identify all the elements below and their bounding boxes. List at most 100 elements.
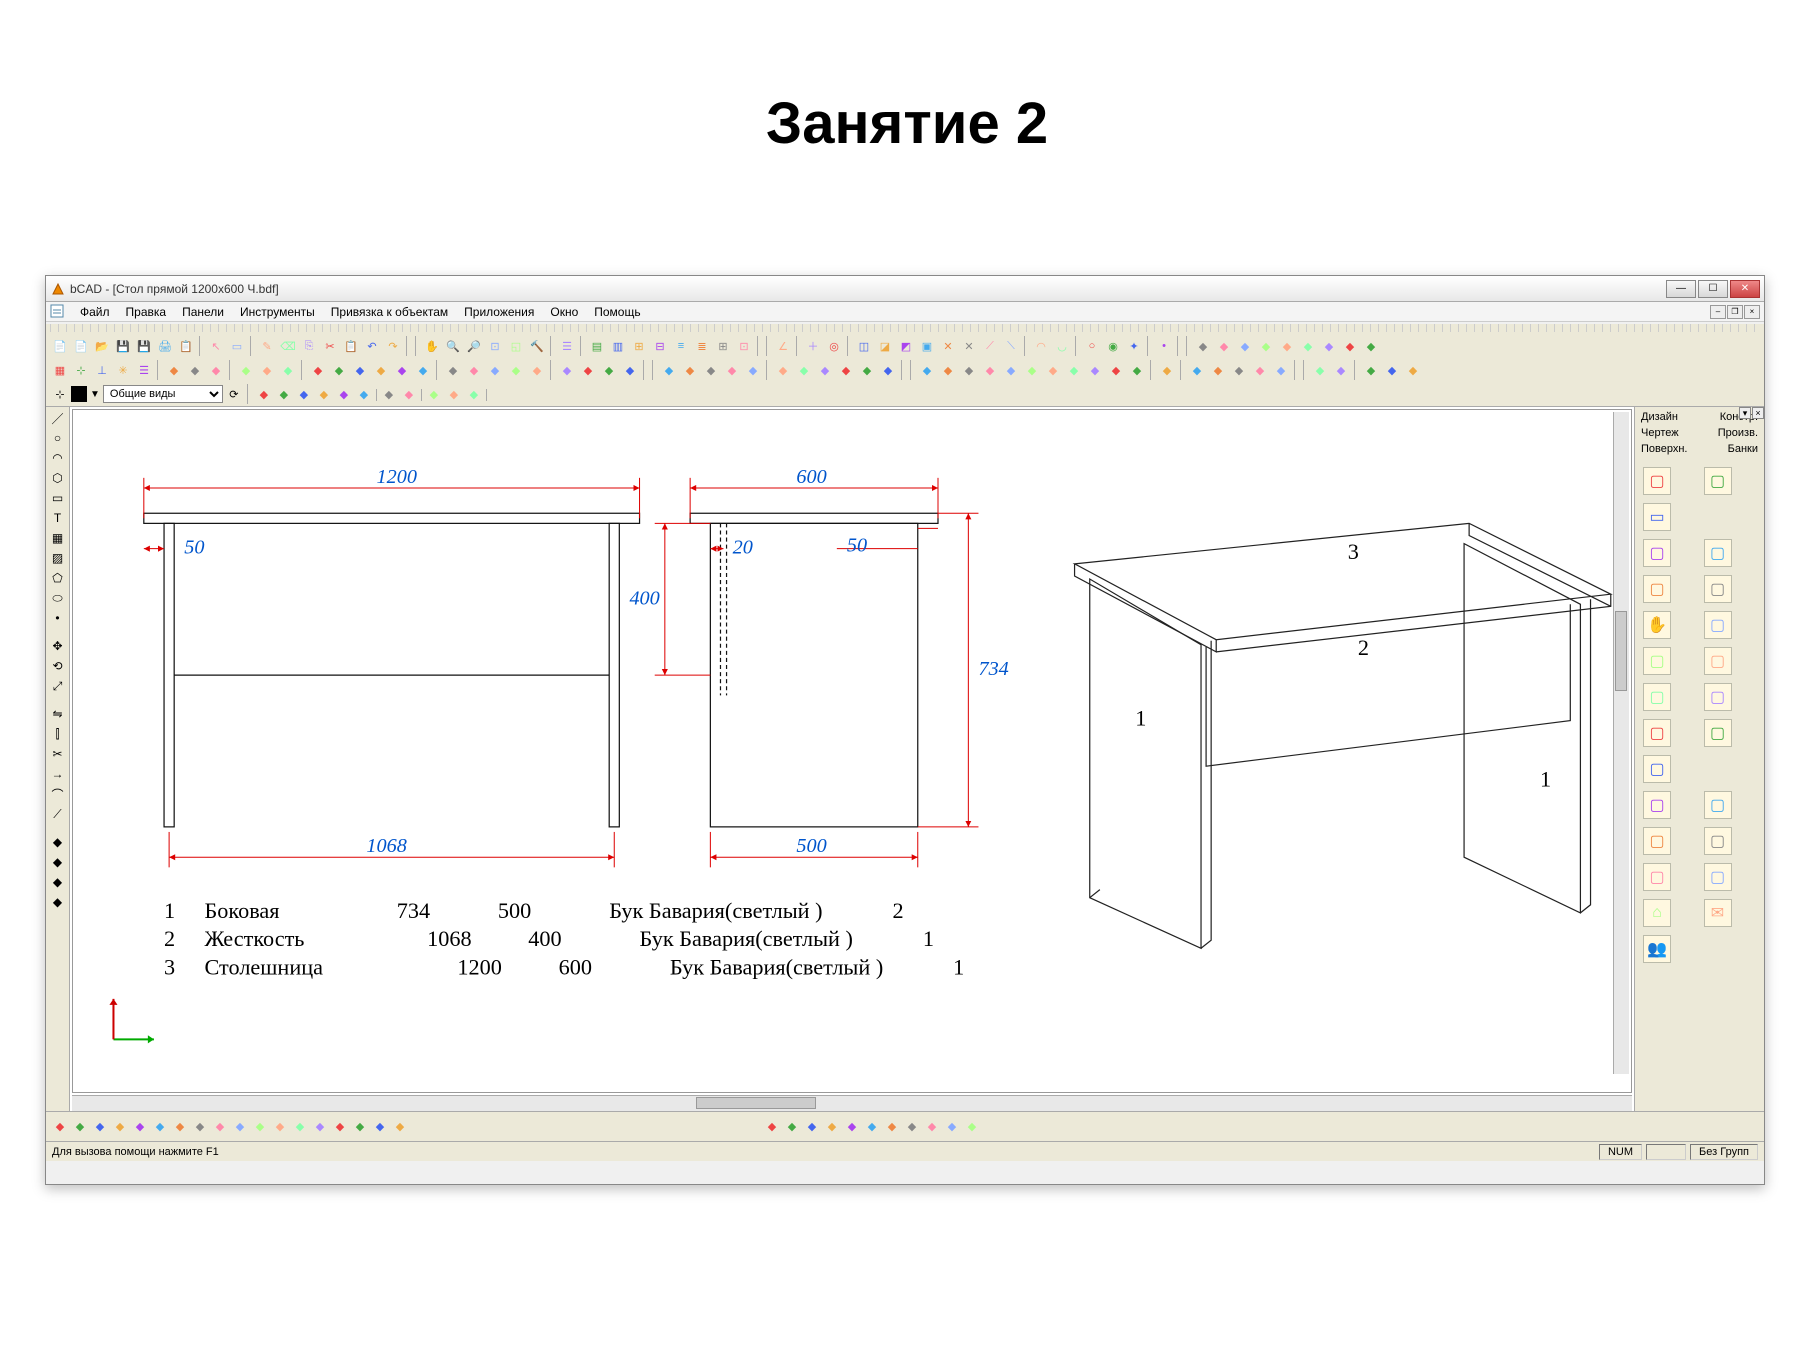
panel-pin-icon[interactable]: ▾: [1739, 407, 1751, 419]
light-icon[interactable]: ◆: [1331, 360, 1351, 380]
v1-icon[interactable]: ◆: [308, 360, 328, 380]
grid1-icon[interactable]: ⊞: [713, 336, 733, 356]
m3-icon[interactable]: ◆: [1235, 336, 1255, 356]
boxopen-icon[interactable]: ▢: [1704, 539, 1732, 567]
d5-icon[interactable]: ◆: [743, 360, 763, 380]
c5-icon[interactable]: ◆: [1271, 360, 1291, 380]
d2-icon[interactable]: ◆: [680, 360, 700, 380]
s9-icon[interactable]: ◆: [1085, 360, 1105, 380]
t1-icon[interactable]: ▢: [1643, 791, 1671, 819]
sh4-icon[interactable]: ◆: [110, 1117, 130, 1137]
arc-icon[interactable]: ◠: [49, 449, 67, 467]
paint-icon[interactable]: ◆: [1310, 360, 1330, 380]
vertical-scrollbar[interactable]: [1613, 412, 1629, 1074]
hatch-icon[interactable]: ▦: [49, 529, 67, 547]
zoom-out-icon[interactable]: 🔎: [464, 336, 484, 356]
m7-icon[interactable]: ◆: [1319, 336, 1339, 356]
arc1-icon[interactable]: ◠: [1031, 336, 1051, 356]
zoom1-icon[interactable]: ◆: [236, 360, 256, 380]
sh10-icon[interactable]: ◆: [230, 1117, 250, 1137]
extrude2-icon[interactable]: ▢: [1704, 575, 1732, 603]
m9-icon[interactable]: ◆: [1361, 336, 1381, 356]
cut1-icon[interactable]: ✕: [938, 336, 958, 356]
zoom-fit-icon[interactable]: ⊡: [485, 336, 505, 356]
saveall-icon[interactable]: 💾: [134, 336, 154, 356]
vp6-icon[interactable]: ◆: [354, 384, 374, 404]
dim2-icon[interactable]: ◆: [49, 853, 67, 871]
ungroup-icon[interactable]: ⊟: [650, 336, 670, 356]
c4-icon[interactable]: ◆: [1250, 360, 1270, 380]
g5-icon[interactable]: ◆: [857, 360, 877, 380]
clip1-icon[interactable]: ◫: [854, 336, 874, 356]
m5-icon[interactable]: ◆: [1277, 336, 1297, 356]
mdi-restore[interactable]: ❐: [1727, 305, 1743, 319]
h2-icon[interactable]: ◆: [578, 360, 598, 380]
point-icon[interactable]: •: [49, 609, 67, 627]
sh2-icon[interactable]: ◆: [70, 1117, 90, 1137]
c3-icon[interactable]: ◆: [1229, 360, 1249, 380]
cut4-icon[interactable]: ⟍: [1001, 336, 1021, 356]
h1-icon[interactable]: ◆: [557, 360, 577, 380]
br3-icon[interactable]: ◆: [802, 1117, 822, 1137]
m6-icon[interactable]: ◆: [1298, 336, 1318, 356]
r4-icon[interactable]: ◆: [506, 360, 526, 380]
menu-edit[interactable]: Правка: [118, 303, 175, 321]
br1-icon[interactable]: ◆: [762, 1117, 782, 1137]
t2-icon[interactable]: ▢: [1704, 791, 1732, 819]
drawing-canvas[interactable]: 1200 50 1068: [72, 409, 1632, 1093]
rotate-l-icon[interactable]: ⟲: [49, 657, 67, 675]
ellipse-icon[interactable]: ⬭: [49, 589, 67, 607]
box-icon[interactable]: ▢: [1643, 539, 1671, 567]
home-icon[interactable]: ⌂: [1643, 899, 1671, 927]
vp4-icon[interactable]: ◆: [314, 384, 334, 404]
menu-tools[interactable]: Инструменты: [232, 303, 323, 321]
m8-icon[interactable]: ◆: [1340, 336, 1360, 356]
vp2-icon[interactable]: ◆: [274, 384, 294, 404]
mm3-icon[interactable]: ◆: [464, 384, 484, 404]
text-icon[interactable]: T: [49, 509, 67, 527]
snap-icon[interactable]: ⊹: [71, 360, 91, 380]
grid2-icon[interactable]: ⊡: [734, 336, 754, 356]
la3-icon[interactable]: ◆: [206, 360, 226, 380]
v6-icon[interactable]: ◆: [413, 360, 433, 380]
tex-icon[interactable]: ▢: [1643, 755, 1671, 783]
extrude1-icon[interactable]: ▢: [1643, 575, 1671, 603]
save-icon[interactable]: 💾: [113, 336, 133, 356]
extend-icon[interactable]: →: [49, 765, 67, 783]
sh14-icon[interactable]: ◆: [310, 1117, 330, 1137]
tool-icon[interactable]: ▢: [1704, 611, 1732, 639]
s3-icon[interactable]: ◆: [959, 360, 979, 380]
br11-icon[interactable]: ◆: [962, 1117, 982, 1137]
align1-icon[interactable]: ≡: [671, 336, 691, 356]
fillet-icon[interactable]: ⌒: [49, 785, 67, 803]
toolbar-grip[interactable]: [50, 324, 1760, 332]
s7-icon[interactable]: ◆: [1043, 360, 1063, 380]
vp5-icon[interactable]: ◆: [334, 384, 354, 404]
sh17-icon[interactable]: ◆: [370, 1117, 390, 1137]
mat2-icon[interactable]: ▢: [1704, 719, 1732, 747]
menu-apps[interactable]: Приложения: [456, 303, 542, 321]
br10-icon[interactable]: ◆: [942, 1117, 962, 1137]
clip4-icon[interactable]: ▣: [917, 336, 937, 356]
dim1-icon[interactable]: ◆: [49, 833, 67, 851]
zoom3-icon[interactable]: ◆: [278, 360, 298, 380]
sh16-icon[interactable]: ◆: [350, 1117, 370, 1137]
menu-file[interactable]: Файл: [72, 303, 118, 321]
panel-icon[interactable]: ▢: [1643, 467, 1671, 495]
h3-icon[interactable]: ◆: [599, 360, 619, 380]
hand-icon[interactable]: ✋: [422, 336, 442, 356]
br4-icon[interactable]: ◆: [822, 1117, 842, 1137]
mat1-icon[interactable]: ▢: [1643, 719, 1671, 747]
mdi-minimize[interactable]: –: [1710, 305, 1726, 319]
color-swatch[interactable]: [71, 386, 87, 402]
r1-icon[interactable]: ◆: [443, 360, 463, 380]
align2-icon[interactable]: ≣: [692, 336, 712, 356]
sh12-icon[interactable]: ◆: [270, 1117, 290, 1137]
scale-l-icon[interactable]: ⤢: [49, 677, 67, 695]
br7-icon[interactable]: ◆: [882, 1117, 902, 1137]
menu-panels[interactable]: Панели: [174, 303, 232, 321]
vp3-icon[interactable]: ◆: [294, 384, 314, 404]
sh11-icon[interactable]: ◆: [250, 1117, 270, 1137]
clip3-icon[interactable]: ◩: [896, 336, 916, 356]
r2-icon[interactable]: ◆: [464, 360, 484, 380]
